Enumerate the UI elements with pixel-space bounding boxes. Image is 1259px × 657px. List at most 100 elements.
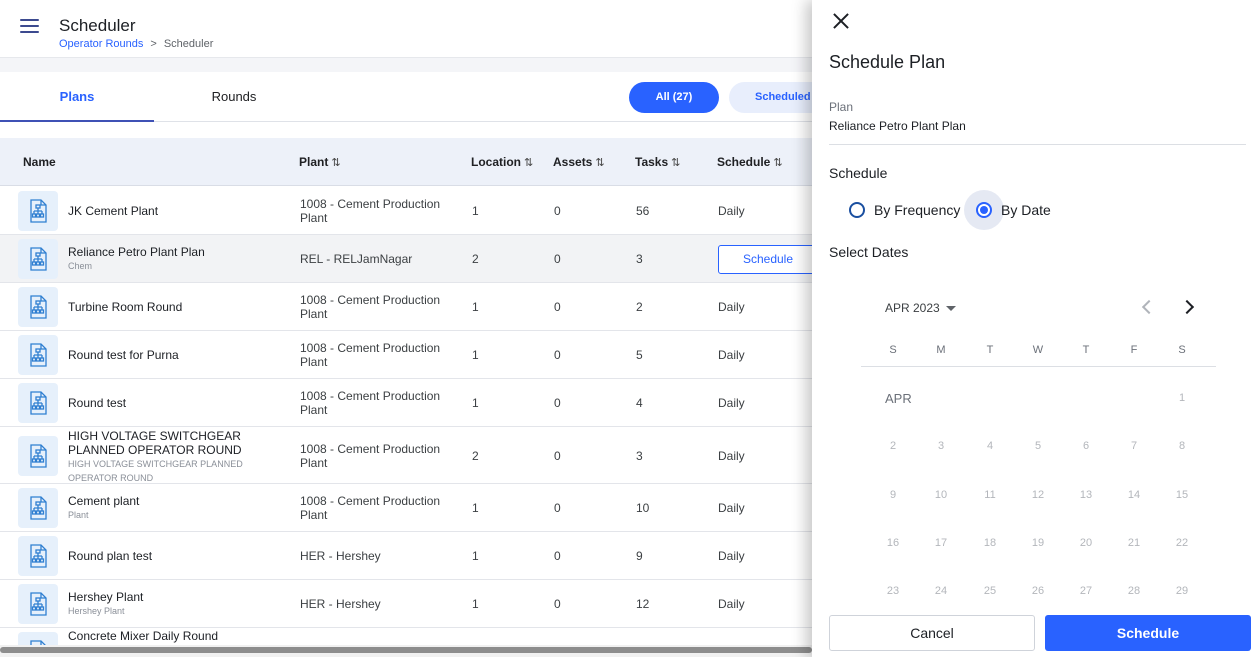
- column-header-assets[interactable]: Assets ⇅: [553, 138, 605, 187]
- calendar-day[interactable]: 15: [1167, 489, 1197, 501]
- chevron-right-icon[interactable]: [1179, 298, 1197, 318]
- calendar-day[interactable]: 19: [1023, 537, 1053, 549]
- column-header-location[interactable]: Location ⇅: [471, 138, 533, 187]
- sort-icon[interactable]: ⇅: [773, 157, 782, 169]
- breadcrumb: Operator Rounds > Scheduler: [59, 38, 213, 50]
- table-row[interactable]: Round test for Purna 1008 - Cement Produc…: [0, 331, 812, 379]
- calendar-day[interactable]: 4: [975, 440, 1005, 452]
- tab-rounds[interactable]: Rounds: [157, 72, 311, 122]
- calendar-day[interactable]: 2: [878, 440, 908, 452]
- column-header-name[interactable]: Name: [23, 138, 56, 186]
- plan-value: Reliance Petro Plant Plan: [829, 119, 966, 133]
- plan-name-text[interactable]: Round test: [68, 396, 126, 410]
- plan-name[interactable]: Turbine Room Round: [68, 300, 182, 314]
- column-header-tasks[interactable]: Tasks ⇅: [635, 138, 680, 187]
- table-row[interactable]: Reliance Petro Plant Plan Chem REL - RELJa…: [0, 235, 812, 283]
- sort-icon[interactable]: ⇅: [595, 157, 604, 169]
- calendar-day[interactable]: 3: [926, 440, 956, 452]
- plan-name[interactable]: Cement plant Plant: [68, 494, 139, 522]
- plan-name[interactable]: Round plan test: [68, 549, 152, 563]
- radio-circle[interactable]: [849, 202, 865, 218]
- calendar-day[interactable]: 17: [926, 537, 956, 549]
- plan-name-text[interactable]: Reliance Petro Plant Plan: [68, 245, 205, 259]
- calendar-day[interactable]: 1: [1167, 392, 1197, 404]
- sort-icon[interactable]: ⇅: [524, 157, 533, 169]
- table-row[interactable]: Round plan test HER - Hershey 1 0 9 Daily: [0, 532, 812, 580]
- breadcrumb-operator-rounds[interactable]: Operator Rounds: [59, 38, 143, 50]
- calendar-day[interactable]: 16: [878, 537, 908, 549]
- table-row[interactable]: HIGH VOLTAGE SWITCHGEAR PLANNED OPERATOR…: [0, 427, 812, 484]
- cancel-button[interactable]: Cancel: [829, 615, 1035, 651]
- calendar-day[interactable]: 28: [1119, 585, 1149, 597]
- column-header-plant[interactable]: Plant ⇅: [299, 138, 341, 187]
- calendar-day[interactable]: 29: [1167, 585, 1197, 597]
- calendar-day[interactable]: 14: [1119, 489, 1149, 501]
- calendar-day[interactable]: 18: [975, 537, 1005, 549]
- plan-name-text[interactable]: Round test for Purna: [68, 348, 179, 362]
- column-header-schedule[interactable]: Schedule ⇅: [717, 138, 783, 187]
- plan-name[interactable]: Reliance Petro Plant Plan Chem: [68, 245, 205, 273]
- menu-icon[interactable]: [20, 19, 39, 33]
- calendar-day[interactable]: 10: [926, 489, 956, 501]
- plan-name-text[interactable]: Hershey Plant: [68, 590, 143, 604]
- plan-icon: [18, 536, 58, 576]
- table-row[interactable]: Turbine Room Round 1008 - Cement Producti…: [0, 283, 812, 331]
- app-header: Scheduler Operator Rounds > Scheduler: [0, 0, 812, 58]
- calendar-day[interactable]: 21: [1119, 537, 1149, 549]
- calendar-day[interactable]: 23: [878, 585, 908, 597]
- table-row[interactable]: Round test 1008 - Cement Production Plant…: [0, 379, 812, 427]
- tab-plans[interactable]: Plans: [0, 72, 154, 122]
- tasks-cell: 10: [636, 501, 650, 515]
- radio-label[interactable]: By Date: [1001, 202, 1051, 218]
- plan-name-text[interactable]: HIGH VOLTAGE SWITCHGEAR PLANNED OPERATOR…: [68, 429, 242, 457]
- calendar-day[interactable]: 26: [1023, 585, 1053, 597]
- calendar-day[interactable]: 24: [926, 585, 956, 597]
- sort-icon[interactable]: ⇅: [331, 157, 340, 169]
- plan-name-text[interactable]: Cement plant: [68, 494, 139, 508]
- table-row[interactable]: JK Cement Plant 1008 - Cement Production …: [0, 187, 812, 235]
- chevron-left-icon[interactable]: [1138, 298, 1156, 318]
- assets-cell: 0: [554, 448, 561, 463]
- tab-bar: Plans Rounds All (27) Scheduled (: [0, 72, 839, 122]
- plan-name[interactable]: Round test for Purna: [68, 348, 179, 362]
- calendar-day[interactable]: 6: [1071, 440, 1101, 452]
- calendar-month-label: APR: [885, 391, 912, 406]
- plan-name[interactable]: Round test: [68, 396, 126, 410]
- scrollbar-thumb[interactable]: [0, 647, 812, 653]
- plan-name[interactable]: JK Cement Plant: [68, 204, 158, 218]
- horizontal-scrollbar[interactable]: [0, 645, 812, 657]
- table-row[interactable]: Cement plant Plant 1008 - Cement Productio…: [0, 484, 812, 532]
- filter-all-button[interactable]: All (27): [629, 82, 719, 113]
- calendar-day[interactable]: 27: [1071, 585, 1101, 597]
- row-schedule-button[interactable]: Schedule: [718, 245, 812, 274]
- sort-icon[interactable]: ⇅: [671, 157, 680, 169]
- close-icon[interactable]: [832, 12, 850, 30]
- calendar-day[interactable]: 8: [1167, 440, 1197, 452]
- calendar-day[interactable]: 11: [975, 489, 1005, 501]
- plan-name-text[interactable]: Round plan test: [68, 549, 152, 563]
- calendar-day[interactable]: 22: [1167, 537, 1197, 549]
- caret-down-icon[interactable]: [945, 306, 956, 312]
- plan-name-text[interactable]: Concrete Mixer Daily Round: [68, 629, 218, 643]
- plan-name[interactable]: HIGH VOLTAGE SWITCHGEAR PLANNED OPERATOR…: [68, 429, 243, 485]
- plan-name[interactable]: Concrete Mixer Daily Round: [68, 629, 218, 643]
- calendar-day[interactable]: 5: [1023, 440, 1053, 452]
- calendar-day[interactable]: 13: [1071, 489, 1101, 501]
- tasks-cell: 9: [636, 549, 643, 563]
- plan-name-text[interactable]: Turbine Room Round: [68, 300, 182, 314]
- calendar-month-selector[interactable]: APR 2023: [885, 301, 956, 315]
- plan-name-text[interactable]: JK Cement Plant: [68, 204, 158, 218]
- radio-circle-selected[interactable]: [976, 202, 992, 218]
- schedule-cell: Daily: [718, 448, 745, 463]
- schedule-button[interactable]: Schedule: [1045, 615, 1251, 651]
- calendar-day[interactable]: 7: [1119, 440, 1149, 452]
- calendar-day[interactable]: 20: [1071, 537, 1101, 549]
- plan-name[interactable]: Hershey Plant Hershey Plant: [68, 590, 143, 618]
- table-row[interactable]: Concrete Mixer Daily Round: [0, 628, 812, 645]
- schedule-cell: Daily: [718, 501, 745, 515]
- calendar-day[interactable]: 12: [1023, 489, 1053, 501]
- calendar-day[interactable]: 9: [878, 489, 908, 501]
- radio-label[interactable]: By Frequency: [874, 202, 960, 218]
- table-row[interactable]: Hershey Plant Hershey Plant HER - Hershey 1…: [0, 580, 812, 628]
- calendar-day[interactable]: 25: [975, 585, 1005, 597]
